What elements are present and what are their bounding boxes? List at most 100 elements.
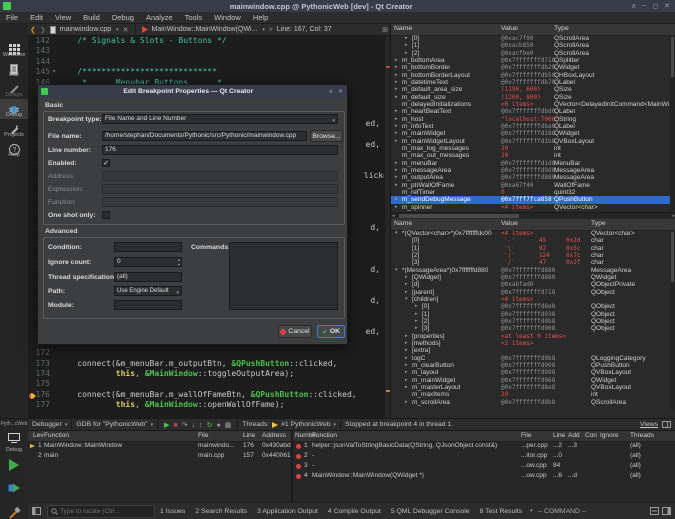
toggle-bottom-sidebar-icon[interactable] xyxy=(662,507,671,515)
code-line[interactable]: 172 xyxy=(28,348,390,358)
expand-arrow-icon[interactable]: ▸ xyxy=(415,318,418,325)
fold-marker-icon[interactable]: ▾ xyxy=(50,67,58,77)
expand-arrow-icon[interactable]: ▸ xyxy=(395,204,398,211)
code-line[interactable]: 143 xyxy=(28,46,390,56)
variable-row[interactable]: [1]'\'920x5cchar xyxy=(391,245,675,252)
expand-arrow-icon[interactable]: ▸ xyxy=(405,289,408,296)
line-number[interactable]: 173 xyxy=(28,359,50,369)
open-file-tab[interactable]: mainwindow.cpp xyxy=(60,26,111,33)
expand-arrow-icon[interactable]: ▸ xyxy=(405,369,408,376)
variable-row[interactable]: m_maxItems20int xyxy=(391,391,675,398)
expand-arrow-icon[interactable]: ▸ xyxy=(405,281,408,288)
menu-build[interactable]: Build xyxy=(77,13,106,22)
breakpoint-row[interactable]: 3-...ow.cpp84(all) xyxy=(293,461,675,471)
line-number-field[interactable]: 176 xyxy=(102,145,338,155)
variable-row[interactable]: ▸[1]@0xacb850QScrollArea xyxy=(391,42,675,49)
thread-spec-field[interactable]: (all) xyxy=(114,272,182,282)
cancel-button[interactable]: Cancel xyxy=(278,325,312,338)
menu-edit[interactable]: Edit xyxy=(24,13,49,22)
line-number[interactable]: 142 xyxy=(28,36,50,46)
variable-row[interactable]: ▸[0]@0xac7f00QScrollArea xyxy=(391,35,675,42)
kit-selector[interactable] xyxy=(0,429,28,447)
variable-row[interactable]: ▸[3]@0x7fffffffd908QObject xyxy=(391,325,675,332)
step-into-icon[interactable]: ↓ xyxy=(192,422,196,429)
breakpoint-marker-icon[interactable] xyxy=(29,392,36,399)
expand-arrow-icon[interactable]: ▸ xyxy=(415,311,418,318)
variable-row[interactable]: ▸m_messageArea@0x7fffffffd9d0MessageArea xyxy=(391,167,675,174)
views-button[interactable]: Views xyxy=(640,421,658,428)
variable-row[interactable]: ▸m_ptrWallOfFame@0xa67f40WallOfFame xyxy=(391,182,675,189)
nav-forward-icon[interactable]: ❯ xyxy=(40,26,46,34)
close-right-sidebar-icon[interactable] xyxy=(650,507,659,515)
locals-vscrollbar[interactable] xyxy=(670,35,675,211)
variable-row[interactable]: m_delayedInitializations<0 items>QVector… xyxy=(391,101,675,108)
variable-row[interactable]: ▾*(MessageArea*)0x7fffffffd880@0x7ffffff… xyxy=(391,267,675,274)
variable-row[interactable]: ▸logC@0x7fffffffd9b8QLoggingCategory xyxy=(391,355,675,362)
line-number[interactable]: 143 xyxy=(28,46,50,56)
variable-row[interactable]: ▾*(QVector<char>*)0x7fffffffdc00<4 items… xyxy=(391,230,675,237)
expand-arrow-icon[interactable]: ▸ xyxy=(395,138,398,145)
expand-arrow-icon[interactable]: ▸ xyxy=(405,50,408,57)
sidebar-item-help[interactable]: ?Help xyxy=(0,139,28,159)
file-name-field[interactable]: /home/stephan/Documents/Pythonic/src/Pyt… xyxy=(102,131,307,141)
variable-row[interactable]: ▸[parent]@0x7fffffffd718QObject xyxy=(391,289,675,296)
variable-row[interactable]: ▸m_mainWidget@0x7fffffffd968QWidget xyxy=(391,377,675,384)
minimize-icon[interactable]: – xyxy=(642,2,646,10)
variable-row[interactable]: m_refTimer0quint32 xyxy=(391,189,675,196)
sidebar-item-projects[interactable]: Projects xyxy=(0,119,28,139)
variable-row[interactable]: ▸m_bottomBorder@0x7fffffffdb20QWidget xyxy=(391,64,675,71)
dialog-close-icon[interactable]: ✕ xyxy=(338,88,343,95)
engine-combobox[interactable]: GDB for "PythonicWeb" xyxy=(76,421,147,428)
expand-arrow-icon[interactable]: ▸ xyxy=(395,123,398,130)
dialog-titlebar[interactable]: Edit Breakpoint Properties — Qt Creator … xyxy=(38,85,347,98)
code-line[interactable]: 176 connect(&m_menuBar.m_wallOfFameBtn, … xyxy=(28,390,390,400)
variable-row[interactable]: ▸m_menuBar@0x7fffffffd1d8MenuBar xyxy=(391,160,675,167)
expressions-vscrollbar[interactable] xyxy=(670,230,675,410)
menu-file[interactable]: File xyxy=(0,13,24,22)
expand-arrow-icon[interactable]: ▾ xyxy=(395,230,398,237)
expand-arrow-icon[interactable]: ▸ xyxy=(395,174,398,181)
path-combobox[interactable]: Use Engine Default▾ xyxy=(114,286,182,296)
breakpoint-type-combobox[interactable]: File Name and Line Number▾ xyxy=(102,114,338,124)
expand-arrow-icon[interactable]: ▸ xyxy=(395,64,398,71)
line-number[interactable]: 172 xyxy=(28,348,50,358)
variable-row[interactable]: ▸m_host"localhost:7000"QString xyxy=(391,116,675,123)
code-line[interactable]: 145▾ /**************************** xyxy=(28,67,390,77)
line-number[interactable]: 175 xyxy=(28,379,50,389)
dialog-shade-icon[interactable]: ∧ xyxy=(329,88,333,95)
variable-row[interactable]: ▸m_layout@0x7fffffffd998QVBoxLayout xyxy=(391,369,675,376)
breakpoint-row[interactable]: 4MainWindow::MainWindow(QWidget *)...ow.… xyxy=(293,471,675,481)
variable-row[interactable]: ▸m_default_size(1200, 800)QSize xyxy=(391,94,675,101)
menu-window[interactable]: Window xyxy=(208,13,247,22)
variable-row[interactable]: ▸m_scrollArea@0x7fffffffd8b8QScrollArea xyxy=(391,399,675,406)
ignore-count-spinbox[interactable]: 0 ▴▾ xyxy=(114,257,182,267)
line-number[interactable]: 144 xyxy=(28,57,50,67)
breakpoint-row[interactable]: 2-...itor.cpp...0(all) xyxy=(293,451,675,461)
code-line[interactable]: 175 xyxy=(28,379,390,389)
expand-arrow-icon[interactable]: ▸ xyxy=(405,377,408,384)
expand-arrow-icon[interactable]: ▸ xyxy=(395,167,398,174)
line-number[interactable]: 177 xyxy=(28,400,50,410)
variable-row[interactable]: ▸m_outputArea@0x7fffffffd880MessageArea xyxy=(391,174,675,181)
debugger-perspective-combobox[interactable]: Debugger xyxy=(32,421,62,428)
stack-frame-row[interactable]: 1MainWindow::MainWindowmainwindo...1760x… xyxy=(28,441,291,451)
menu-analyze[interactable]: Analyze xyxy=(140,13,179,22)
module-field[interactable] xyxy=(114,300,182,310)
variable-row[interactable]: ▸m_mainWidgetLayout@0x7fffffffd1b8QVBoxL… xyxy=(391,138,675,145)
expand-arrow-icon[interactable]: ▸ xyxy=(405,355,408,362)
ok-button[interactable]: ✓OK xyxy=(317,325,345,338)
variable-row[interactable]: ▸[properties]<at least 0 items> xyxy=(391,333,675,340)
sidebar-item-welcome[interactable]: Welcome xyxy=(0,39,28,59)
expand-arrow-icon[interactable]: ▸ xyxy=(415,303,418,310)
condition-field[interactable] xyxy=(114,242,182,252)
step-over-icon[interactable]: ↷ xyxy=(182,422,188,429)
variable-row[interactable]: [2]'|'1240x7cchar xyxy=(391,252,675,259)
menu-debug[interactable]: Debug xyxy=(106,13,140,22)
expand-arrow-icon[interactable]: ▸ xyxy=(395,182,398,189)
variable-row[interactable]: ▸[d]@0xabfad0QObjectPrivate xyxy=(391,281,675,288)
expand-arrow-icon[interactable]: ▸ xyxy=(405,340,408,347)
output-pane-1[interactable]: 1 Issues xyxy=(160,508,185,515)
split-editor-icon[interactable]: ⊞ xyxy=(382,26,388,34)
enabled-checkbox[interactable]: ✓ xyxy=(102,159,110,167)
code-line[interactable]: 142 /* Signals & Slots - Buttons */ xyxy=(28,36,390,46)
